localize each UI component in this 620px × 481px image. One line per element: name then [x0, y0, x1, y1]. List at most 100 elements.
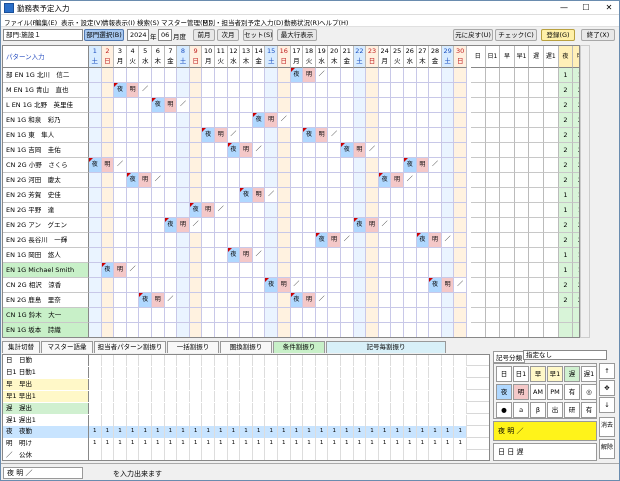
shift-cell[interactable]: [366, 83, 379, 98]
shift-cell[interactable]: [341, 173, 354, 188]
register-button[interactable]: 登録(G): [541, 29, 575, 41]
symbol-button[interactable]: PM: [547, 384, 563, 400]
shift-cell[interactable]: [215, 83, 228, 98]
shift-cell[interactable]: ／: [189, 218, 203, 233]
shift-cell[interactable]: ／: [265, 188, 278, 203]
shift-cell[interactable]: [215, 308, 228, 323]
shift-cell[interactable]: 明: [429, 233, 442, 248]
staff-name[interactable]: EN 1G 岡田 悠人: [3, 248, 89, 263]
shift-cell[interactable]: 明: [240, 143, 253, 158]
staff-name[interactable]: EN 1G Michael Smith: [3, 263, 89, 278]
day-header[interactable]: 4火: [126, 46, 140, 68]
shift-cell[interactable]: [101, 233, 115, 248]
shift-cell[interactable]: [315, 218, 329, 233]
shift-cell[interactable]: [189, 83, 203, 98]
shift-cell[interactable]: [89, 143, 102, 158]
menu-info[interactable]: 情報表示(I): [102, 17, 135, 27]
shift-cell[interactable]: [316, 323, 329, 337]
shift-cell[interactable]: [341, 263, 354, 278]
symbol-button[interactable]: 遅1: [581, 366, 597, 382]
shift-cell[interactable]: [391, 143, 404, 158]
staff-name[interactable]: M EN 1G 青山 直也: [3, 83, 89, 98]
shift-cell[interactable]: ／: [114, 158, 127, 173]
shift-cell[interactable]: [89, 83, 102, 98]
menu-help[interactable]: ヘルプ(H): [319, 17, 348, 27]
shift-cell[interactable]: [441, 158, 455, 173]
shift-cell[interactable]: [378, 143, 392, 158]
shift-cell[interactable]: [278, 218, 291, 233]
shift-cell[interactable]: [416, 68, 430, 83]
shift-cell[interactable]: [89, 308, 102, 323]
shift-cell[interactable]: [328, 113, 341, 128]
shift-cell[interactable]: [353, 248, 367, 263]
shift-cell[interactable]: [441, 128, 455, 143]
shift-cell[interactable]: [164, 248, 178, 263]
shift-cell[interactable]: [177, 308, 190, 323]
shift-cell[interactable]: [278, 188, 291, 203]
shift-cell[interactable]: 明: [152, 293, 165, 308]
shift-cell[interactable]: [265, 203, 278, 218]
shift-cell[interactable]: [202, 308, 215, 323]
day-header[interactable]: 5水: [139, 46, 152, 68]
day-header[interactable]: 26 水: [404, 46, 417, 68]
shift-cell[interactable]: [252, 218, 266, 233]
shift-cell[interactable]: [315, 113, 329, 128]
dept-select-button[interactable]: 部門選択(B): [84, 29, 124, 41]
shift-cell[interactable]: [404, 83, 417, 98]
shift-cell[interactable]: ／: [429, 158, 442, 173]
day-header[interactable]: 27 木: [416, 46, 430, 68]
shift-cell[interactable]: [139, 113, 152, 128]
tab-3[interactable]: 一括割振り: [167, 341, 219, 353]
shift-cell[interactable]: [139, 248, 152, 263]
shift-cell[interactable]: [139, 233, 152, 248]
shift-cell[interactable]: [202, 233, 215, 248]
shift-cell[interactable]: [303, 203, 316, 218]
shift-cell[interactable]: [177, 158, 190, 173]
shift-cell[interactable]: [366, 203, 379, 218]
shift-cell[interactable]: [391, 128, 404, 143]
shift-cell[interactable]: [391, 248, 404, 263]
symbol-button[interactable]: 出: [547, 402, 563, 418]
shift-cell[interactable]: [227, 233, 241, 248]
shift-cell[interactable]: 夜: [353, 218, 367, 233]
check-button[interactable]: チェック(C): [495, 29, 537, 41]
shift-cell[interactable]: [303, 233, 316, 248]
day-header[interactable]: 29 土: [441, 46, 455, 68]
shift-cell[interactable]: [441, 98, 455, 113]
selected-pattern[interactable]: 夜 明 ／: [493, 421, 597, 441]
shift-cell[interactable]: [391, 308, 404, 323]
shift-cell[interactable]: [290, 203, 304, 218]
day-header[interactable]: 25 火: [391, 46, 404, 68]
shift-cell[interactable]: [177, 323, 190, 337]
prev-month-button[interactable]: 前月: [193, 29, 215, 41]
shift-cell[interactable]: [228, 323, 241, 337]
shift-cell[interactable]: [290, 143, 304, 158]
shift-cell[interactable]: 夜: [240, 188, 253, 203]
shift-cell[interactable]: [366, 68, 379, 83]
shift-cell[interactable]: [429, 83, 442, 98]
shift-cell[interactable]: [114, 308, 127, 323]
shift-cell[interactable]: [152, 233, 165, 248]
shift-cell[interactable]: [454, 323, 467, 337]
shift-cell[interactable]: [328, 188, 341, 203]
shift-cell[interactable]: [152, 113, 165, 128]
shift-cell[interactable]: 明: [164, 98, 178, 113]
shift-cell[interactable]: [303, 188, 316, 203]
shift-cell[interactable]: [278, 98, 291, 113]
shift-cell[interactable]: [378, 68, 392, 83]
shift-cell[interactable]: [253, 323, 266, 337]
shift-cell[interactable]: [114, 218, 127, 233]
shift-cell[interactable]: [252, 278, 266, 293]
shift-cell[interactable]: [252, 203, 266, 218]
shift-cell[interactable]: [126, 68, 140, 83]
shift-cell[interactable]: [101, 113, 115, 128]
shift-cell[interactable]: ／: [139, 83, 152, 98]
shift-cell[interactable]: ／: [126, 263, 140, 278]
shift-cell[interactable]: [366, 188, 379, 203]
shift-cell[interactable]: [454, 263, 467, 278]
shift-cell[interactable]: [202, 218, 215, 233]
shift-cell[interactable]: [353, 278, 367, 293]
shift-cell[interactable]: [441, 218, 455, 233]
shift-cell[interactable]: [391, 158, 404, 173]
shift-cell[interactable]: [404, 113, 417, 128]
